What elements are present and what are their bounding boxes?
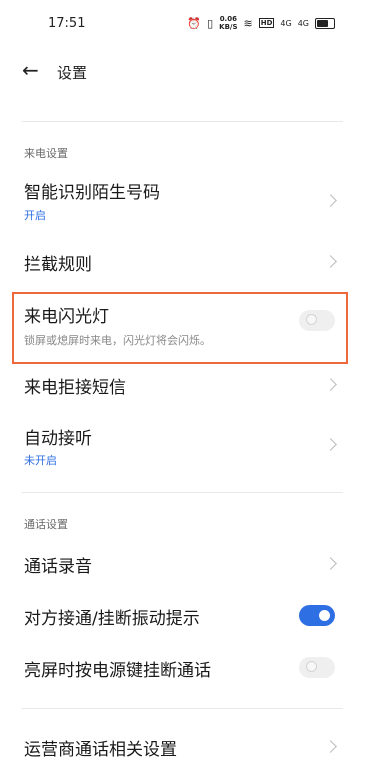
- row-flash[interactable]: 来电闪光灯 锁屏或熄屏时来电，闪光灯将会闪烁。: [0, 294, 365, 362]
- divider: [22, 492, 343, 493]
- row-label: 通话录音: [24, 557, 92, 577]
- row-carrier[interactable]: 运营商通话相关设置: [0, 725, 365, 769]
- chevron-right-icon: [324, 438, 337, 451]
- row-description: 锁屏或熄屏时来电，闪光灯将会闪烁。: [24, 334, 211, 347]
- chevron-right-icon: [324, 255, 337, 268]
- signal-icon-1: 4G: [280, 18, 292, 28]
- status-icons: ⏰ ▯ 0.06 KB/S ≋ HD 4G 4G: [187, 15, 335, 31]
- toggle-knob: [306, 661, 317, 672]
- section-call-title: 通话设置: [24, 518, 68, 531]
- page-title: 设置: [57, 64, 88, 82]
- divider: [22, 708, 343, 709]
- chevron-right-icon: [324, 194, 337, 207]
- app-header: ← 设置: [0, 52, 365, 92]
- chevron-right-icon: [324, 557, 337, 570]
- row-record[interactable]: 通话录音: [0, 542, 365, 586]
- hd-icon: HD: [258, 18, 275, 28]
- network-speed: 0.06 KB/S: [219, 15, 238, 31]
- row-label: 来电拒接短信: [24, 378, 126, 398]
- alarm-icon: ⏰: [187, 16, 202, 30]
- row-power-end[interactable]: 亮屏时按电源键挂断通话: [0, 646, 365, 690]
- row-label: 拦截规则: [24, 255, 92, 275]
- row-smart-id[interactable]: 智能识别陌生号码 开启: [0, 172, 365, 228]
- status-time: 17:51: [48, 16, 86, 31]
- vibrate-icon: ▯: [207, 16, 214, 30]
- row-label: 智能识别陌生号码: [24, 183, 160, 203]
- toggle-knob: [306, 314, 317, 325]
- row-status: 未开启: [24, 454, 57, 467]
- flash-toggle[interactable]: [299, 310, 335, 331]
- divider: [22, 121, 343, 122]
- signal-icon-2: 4G: [297, 18, 309, 28]
- row-label: 对方接通/挂断振动提示: [24, 609, 200, 629]
- toggle-knob: [319, 610, 330, 621]
- status-bar: 17:51 ⏰ ▯ 0.06 KB/S ≋ HD 4G 4G: [0, 0, 365, 44]
- row-label: 运营商通话相关设置: [24, 740, 177, 760]
- row-reject-sms[interactable]: 来电拒接短信: [0, 362, 365, 406]
- row-status: 开启: [24, 209, 46, 222]
- row-label: 来电闪光灯: [24, 307, 109, 327]
- vibrate-toggle[interactable]: [299, 605, 335, 626]
- battery-icon: [315, 17, 335, 29]
- row-block-rules[interactable]: 拦截规则: [0, 240, 365, 284]
- back-arrow-icon[interactable]: ←: [22, 58, 39, 82]
- power-end-toggle[interactable]: [299, 657, 335, 678]
- row-label: 自动接听: [24, 429, 92, 449]
- wifi-icon: ≋: [243, 16, 253, 30]
- row-auto-answer[interactable]: 自动接听 未开启: [0, 416, 365, 472]
- chevron-right-icon: [324, 378, 337, 391]
- row-label: 亮屏时按电源键挂断通话: [24, 661, 211, 681]
- section-incoming-title: 来电设置: [24, 147, 68, 160]
- chevron-right-icon: [324, 740, 337, 753]
- row-vibrate[interactable]: 对方接通/挂断振动提示: [0, 594, 365, 638]
